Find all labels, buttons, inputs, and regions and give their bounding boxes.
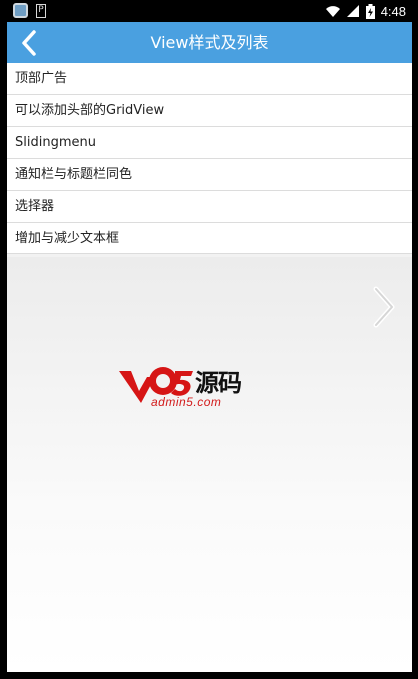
app-screen: P 4:48 View样式及列表 顶部广告 可以添加头部的GridView Sl…	[7, 0, 412, 672]
status-bar: P 4:48	[7, 0, 412, 22]
p-notification-icon: P	[36, 3, 46, 18]
content-area: 源码 admin5.com	[7, 257, 412, 672]
list-item-stepper-textbox[interactable]: 增加与减少文本框	[7, 223, 412, 254]
page-title: View样式及列表	[150, 33, 269, 52]
chevron-left-icon[interactable]	[15, 28, 45, 58]
status-bar-notifications: P	[13, 3, 46, 18]
watermark-logo: 源码 admin5.com	[117, 357, 267, 417]
list-item-statusbar-color[interactable]: 通知栏与标题栏同色	[7, 159, 412, 191]
app-icon	[13, 3, 28, 18]
status-bar-system: 4:48	[325, 2, 406, 20]
watermark-text: 源码	[195, 369, 242, 397]
menu-list: 顶部广告 可以添加头部的GridView Slidingmenu 通知栏与标题栏…	[7, 63, 412, 254]
chevron-right-icon[interactable]	[368, 285, 398, 329]
watermark-url: admin5.com	[151, 395, 222, 409]
list-item-top-ad[interactable]: 顶部广告	[7, 63, 412, 95]
battery-icon	[365, 3, 375, 19]
status-time: 4:48	[380, 3, 406, 19]
wifi-icon	[325, 6, 340, 17]
list-item-slidingmenu[interactable]: Slidingmenu	[7, 127, 412, 159]
list-item-gridview-header[interactable]: 可以添加头部的GridView	[7, 95, 412, 127]
list-item-selector[interactable]: 选择器	[7, 191, 412, 223]
title-bar: View样式及列表	[7, 22, 412, 63]
device-frame: P 4:48 View样式及列表 顶部广告 可以添加头部的GridView Sl…	[0, 0, 418, 679]
signal-icon	[346, 5, 359, 17]
